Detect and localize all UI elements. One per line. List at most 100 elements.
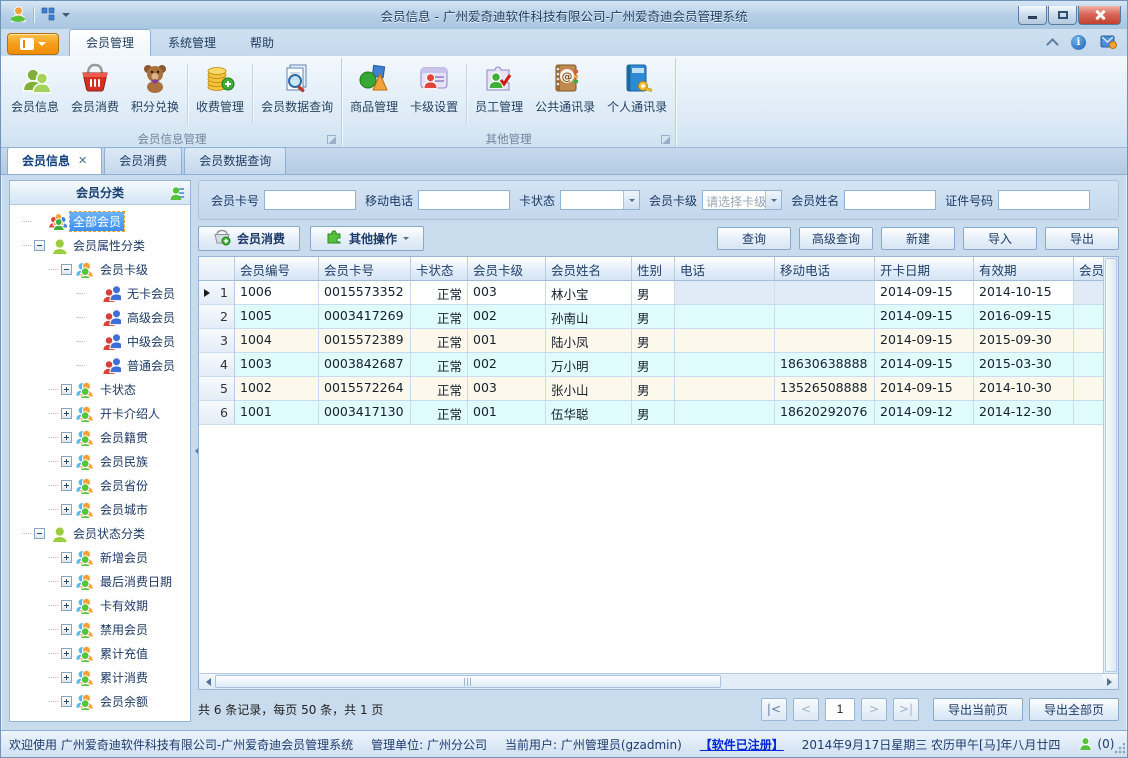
tree-node-label[interactable]: 最后消费日期 xyxy=(97,572,175,591)
tree-node[interactable]: 会员卡级 xyxy=(10,257,190,283)
ribbon-button-teddy-bear[interactable]: 积分兑换 xyxy=(125,58,185,130)
expand-icon[interactable] xyxy=(61,551,72,563)
tree-node-label[interactable]: 会员城市 xyxy=(97,500,151,519)
tree-node-label[interactable]: 高级会员 xyxy=(124,308,178,327)
tree-node-label[interactable]: 卡有效期 xyxy=(97,596,151,615)
column-header[interactable]: 性别 xyxy=(632,257,675,281)
first-page-button[interactable]: |< xyxy=(760,697,787,721)
expand-icon[interactable] xyxy=(61,575,72,587)
registered-link[interactable]: 【软件已注册】 xyxy=(700,736,784,753)
table-row[interactable]: 3 1004 0015572389 正常 001 陆小凤男 2014-09-15 2015-0… xyxy=(199,329,1118,353)
column-header[interactable]: 电话 xyxy=(675,257,775,281)
expand-icon[interactable] xyxy=(61,671,72,683)
column-header[interactable]: 卡状态 xyxy=(411,257,468,281)
tree-node[interactable]: 累计充值 xyxy=(10,641,190,667)
tree-node[interactable]: 会员状态分类 xyxy=(10,521,190,545)
tree-node-label[interactable]: 会员属性分类 xyxy=(70,236,148,255)
collapse-icon[interactable] xyxy=(34,527,45,539)
scroll-right-button[interactable] xyxy=(1102,674,1118,689)
member-consume-button[interactable]: 会员消费 xyxy=(198,226,301,251)
tree-node[interactable]: 会员省份 xyxy=(10,473,190,499)
row-selector[interactable]: 1 xyxy=(199,281,235,305)
ribbon-tab-help[interactable]: 帮助 xyxy=(233,29,291,56)
ribbon-button-card-level[interactable]: 卡级设置 xyxy=(404,58,464,130)
tree-node[interactable]: 卡状态 xyxy=(10,377,190,403)
tree-node[interactable]: 最后消费日期 xyxy=(10,569,190,595)
tree-node-label[interactable]: 中级会员 xyxy=(124,332,178,351)
close-button[interactable] xyxy=(1078,5,1121,25)
tab-close-icon[interactable]: ✕ xyxy=(78,154,87,167)
row-selector[interactable]: 2 xyxy=(199,305,235,329)
tree-node[interactable]: 新增会员 xyxy=(10,545,190,571)
tree-node-label[interactable]: 会员卡级 xyxy=(97,260,151,279)
column-header[interactable]: 有效期 xyxy=(974,257,1074,281)
tree-node-label[interactable]: 会员民族 xyxy=(97,452,151,471)
new-button[interactable]: 新建 xyxy=(881,227,955,250)
column-header[interactable]: 移动电话 xyxy=(775,257,875,281)
last-page-button[interactable]: >| xyxy=(892,697,919,721)
tree-node[interactable]: 中级会员 xyxy=(10,329,190,353)
ribbon-button-goods[interactable]: 商品管理 xyxy=(344,58,404,130)
resize-grip[interactable] xyxy=(1113,743,1125,755)
horizontal-scrollbar-thumb[interactable] xyxy=(215,675,721,688)
vertical-scrollbar[interactable] xyxy=(1103,257,1118,673)
table-row[interactable]: 2 1005 0003417269 正常 002 孙南山男 2014-09-15 2016-0… xyxy=(199,305,1118,329)
application-menu-button[interactable] xyxy=(7,33,59,55)
table-row[interactable]: 1 1006 0015573352 正常 003 林小宝男 2014-09-15 2014-1… xyxy=(199,281,1118,305)
row-selector[interactable]: 4 xyxy=(199,353,235,377)
minimize-button[interactable] xyxy=(1018,5,1047,25)
doc-tab-member-info[interactable]: 会员信息 ✕ xyxy=(7,147,103,174)
expand-icon[interactable] xyxy=(61,695,72,707)
ribbon-tab-member-management[interactable]: 会员管理 xyxy=(69,29,152,56)
tree-node[interactable]: 会员城市 xyxy=(10,497,190,523)
category-settings-icon[interactable] xyxy=(169,185,185,203)
expand-icon[interactable] xyxy=(61,407,72,419)
id-number-input[interactable] xyxy=(998,190,1091,210)
tree-node[interactable]: 会员籍贯 xyxy=(10,425,190,451)
tree-node-label[interactable]: 累计消费 xyxy=(97,668,151,687)
card-no-input[interactable] xyxy=(264,190,357,210)
dialog-launcher-icon[interactable] xyxy=(661,135,671,144)
row-selector[interactable]: 3 xyxy=(199,329,235,353)
tree-node[interactable]: 禁用会员 xyxy=(10,617,190,643)
maximize-button[interactable] xyxy=(1048,5,1077,25)
page-number-input[interactable] xyxy=(824,697,855,721)
collapse-ribbon-icon[interactable] xyxy=(1046,38,1059,51)
card-state-dropdown-button[interactable] xyxy=(623,191,640,209)
tree-node[interactable]: 无卡会员 xyxy=(10,281,190,305)
tree-node-label[interactable]: 全部会员 xyxy=(68,210,126,232)
column-header[interactable]: 开卡日期 xyxy=(875,257,974,281)
column-header[interactable]: 会员姓名 xyxy=(546,257,632,281)
advanced-query-button[interactable]: 高级查询 xyxy=(799,227,873,250)
ribbon-button-doc-search[interactable]: 会员数据查询 xyxy=(255,58,339,130)
expand-icon[interactable] xyxy=(61,431,72,443)
feedback-mail-icon[interactable] xyxy=(1100,33,1117,52)
tree-node-label[interactable]: 卡状态 xyxy=(97,380,139,399)
tree-node[interactable]: 高级会员 xyxy=(10,305,190,329)
ribbon-tab-system-management[interactable]: 系统管理 xyxy=(151,29,233,56)
expand-icon[interactable] xyxy=(61,623,72,635)
mobile-input[interactable] xyxy=(418,190,511,210)
card-state-combo[interactable] xyxy=(560,190,641,210)
expand-icon[interactable] xyxy=(61,479,72,491)
dialog-launcher-icon[interactable] xyxy=(327,135,337,144)
member-name-input[interactable] xyxy=(844,190,937,210)
tree-node-label[interactable]: 会员省份 xyxy=(97,476,151,495)
table-row[interactable]: 6 1001 0003417130 正常 001 伍华聪男 18620292076 2014-… xyxy=(199,401,1118,425)
other-operations-button[interactable]: 其他操作 xyxy=(310,226,425,251)
export-current-page-button[interactable]: 导出当前页 xyxy=(932,697,1023,721)
ribbon-button-coins[interactable]: 收费管理 xyxy=(190,58,250,130)
collapse-icon[interactable] xyxy=(34,239,45,251)
tree-node-label[interactable]: 累计充值 xyxy=(97,644,151,663)
tree-node[interactable]: 普通会员 xyxy=(10,353,190,377)
tree-node[interactable]: 会员余额 xyxy=(10,689,190,715)
tree-node-label[interactable]: 新增会员 xyxy=(97,548,151,567)
tree-node[interactable]: 开卡介绍人 xyxy=(10,401,190,427)
doc-tab-member-data-query[interactable]: 会员数据查询 xyxy=(184,147,287,174)
row-selector[interactable]: 5 xyxy=(199,377,235,401)
expand-icon[interactable] xyxy=(61,503,72,515)
info-icon[interactable]: i xyxy=(1071,35,1086,50)
tree-node[interactable]: 卡有效期 xyxy=(10,593,190,619)
ribbon-button-members[interactable]: 会员信息 xyxy=(5,58,65,130)
tree-node[interactable]: 会员属性分类 xyxy=(10,233,190,257)
